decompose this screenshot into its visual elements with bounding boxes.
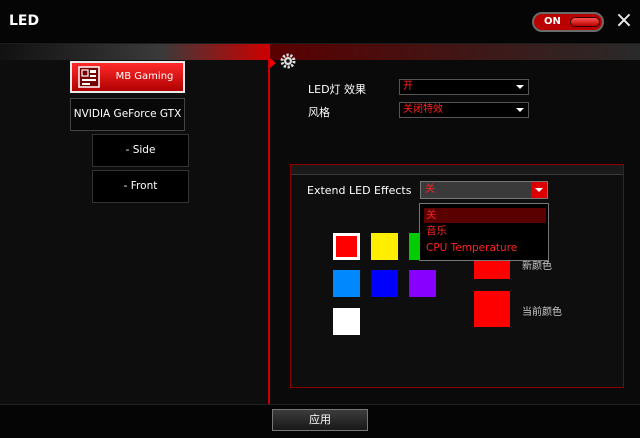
style-select[interactable]: 关闭特效 [399,102,529,118]
dropdown-option-music[interactable]: 音乐 [424,224,546,239]
dropdown-option-off[interactable]: 关 [424,208,546,223]
color-swatch-purple[interactable] [409,270,436,297]
extend-select-value: 关 [425,184,435,195]
apply-button[interactable]: 应用 [272,409,368,431]
chevron-down-icon [516,108,524,112]
dropdown-toggle-button[interactable] [531,182,547,198]
sidebar-item-front[interactable]: - Front [92,170,189,203]
sidebar-item-gpu[interactable]: NVIDIA GeForce GTX 1080 [70,98,185,151]
sidebar-item-side[interactable]: - Side [92,134,189,167]
extend-effects-dropdown: 关 音乐 CPU Temperature [419,203,549,261]
extend-effects-select[interactable]: 关 [420,181,548,199]
extend-group-header [291,165,623,175]
selection-arrow-icon [270,58,276,68]
effect-select[interactable]: 开 [399,79,529,95]
power-toggle[interactable]: ON [532,12,604,32]
style-label: 风格 [308,106,330,119]
dropdown-option-cpu-temperature[interactable]: CPU Temperature [424,241,546,256]
color-swatch-blue[interactable] [371,270,398,297]
style-select-value: 关闭特效 [403,104,443,115]
motherboard-icon [78,66,100,88]
window-title: LED [9,13,40,29]
power-toggle-knob [570,17,600,27]
color-swatch-yellow[interactable] [371,233,398,260]
extend-effects-label: Extend LED Effects [307,184,412,197]
effect-label: LED灯 效果 [308,83,367,96]
sidebar-header-bar [0,44,268,60]
gear-icon[interactable] [280,53,296,69]
settings-header-bar [270,44,640,60]
chevron-down-icon [516,85,524,89]
current-color-label: 当前颜色 [522,307,562,318]
current-color-preview [474,291,510,327]
color-swatch-light-blue[interactable] [333,270,360,297]
color-swatch-red[interactable] [333,233,360,260]
close-icon[interactable]: × [613,9,635,33]
chevron-down-icon [535,188,543,192]
color-swatch-white[interactable] [333,308,360,335]
sidebar-item-mb-gaming-led[interactable]: MB Gaming LED [70,61,185,110]
effect-select-value: 开 [403,81,413,92]
power-toggle-label: ON [544,16,561,27]
